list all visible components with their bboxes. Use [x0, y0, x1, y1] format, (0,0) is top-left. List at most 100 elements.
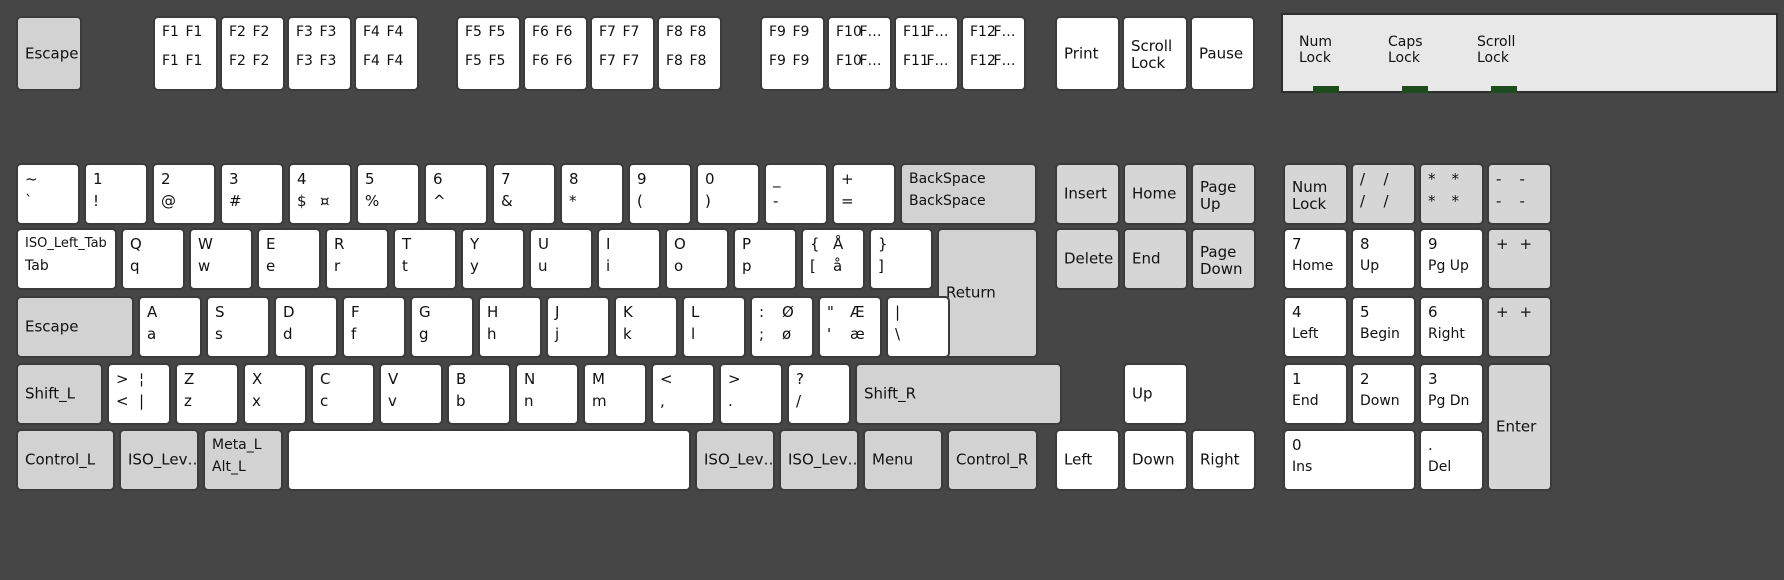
- key-shift-l[interactable]: Shift_L: [16, 363, 103, 425]
- key-iso-level-right-1[interactable]: ISO_Lev…: [695, 429, 775, 491]
- key-kp3[interactable]: 3 Pg Dn: [1419, 363, 1484, 425]
- key-apostrophe[interactable]: " Æ ' æ: [818, 296, 882, 358]
- key-kp-subtract[interactable]: ----: [1487, 163, 1552, 225]
- key-y[interactable]: Yy: [461, 228, 525, 290]
- key-digit-8[interactable]: 8 *: [560, 163, 624, 225]
- key-digit-2[interactable]: 2 @: [152, 163, 216, 225]
- key-f8[interactable]: F8 F8 F8 F8: [657, 16, 722, 91]
- key-kp6[interactable]: 6 Right: [1419, 296, 1484, 358]
- key-a[interactable]: Aa: [138, 296, 202, 358]
- key-f4[interactable]: F4 F4 F4 F4: [354, 16, 419, 91]
- key-escape[interactable]: Escape: [16, 16, 82, 91]
- key-p[interactable]: Pp: [733, 228, 797, 290]
- key-up[interactable]: Up: [1123, 363, 1188, 425]
- key-s[interactable]: Ss: [206, 296, 270, 358]
- key-delete[interactable]: Delete: [1055, 228, 1120, 290]
- key-kp0[interactable]: 0 Ins: [1283, 429, 1416, 491]
- key-semicolon[interactable]: : Ø; ø: [750, 296, 814, 358]
- key-control-r[interactable]: Control_R: [947, 429, 1038, 491]
- key-digit-9[interactable]: 9(: [628, 163, 692, 225]
- key-f[interactable]: Ff: [342, 296, 406, 358]
- key-k[interactable]: Kk: [614, 296, 678, 358]
- key-period[interactable]: >.: [719, 363, 783, 425]
- key-g[interactable]: Gg: [410, 296, 474, 358]
- key-z[interactable]: Zz: [175, 363, 239, 425]
- key-insert[interactable]: Insert: [1055, 163, 1120, 225]
- key-backslash[interactable]: | \: [886, 296, 950, 358]
- key-equal[interactable]: + =: [832, 163, 896, 225]
- key-f12[interactable]: F12 F… F12 F…: [961, 16, 1026, 91]
- key-caps-escape[interactable]: Escape: [16, 296, 134, 358]
- key-b[interactable]: Bb: [447, 363, 511, 425]
- key-j[interactable]: Jj: [546, 296, 610, 358]
- key-control-l[interactable]: Control_L: [16, 429, 115, 491]
- key-f2[interactable]: F2 F2 F2 F2: [220, 16, 285, 91]
- key-digit-0[interactable]: 0): [696, 163, 760, 225]
- key-kp9[interactable]: 9 Pg Up: [1419, 228, 1484, 290]
- key-kp-add-upper[interactable]: + +: [1487, 228, 1552, 290]
- key-backspace[interactable]: BackSpace BackSpace: [900, 163, 1037, 225]
- key-kp7[interactable]: 7 Home: [1283, 228, 1348, 290]
- key-return[interactable]: Return: [937, 228, 1038, 358]
- key-down[interactable]: Down: [1123, 429, 1188, 491]
- key-kp8[interactable]: 8 Up: [1351, 228, 1416, 290]
- key-f11[interactable]: F11 F… F11 F…: [894, 16, 959, 91]
- key-meta-alt[interactable]: Meta_L Alt_L: [203, 429, 283, 491]
- key-scroll-lock[interactable]: Scroll Lock: [1122, 16, 1188, 91]
- key-minus[interactable]: _ -: [764, 163, 828, 225]
- key-kp-add-lower[interactable]: + +: [1487, 296, 1552, 358]
- key-l[interactable]: Ll: [682, 296, 746, 358]
- key-menu[interactable]: Menu: [863, 429, 943, 491]
- key-f10[interactable]: F10 F… F10 F…: [827, 16, 892, 91]
- key-e[interactable]: Ee: [257, 228, 321, 290]
- key-print[interactable]: Print: [1055, 16, 1120, 91]
- key-f9[interactable]: F9 F9 F9 F9: [760, 16, 825, 91]
- key-f7[interactable]: F7 F7 F7 F7: [590, 16, 655, 91]
- key-right[interactable]: Right: [1191, 429, 1256, 491]
- key-kp5[interactable]: 5 Begin: [1351, 296, 1416, 358]
- key-m[interactable]: Mm: [583, 363, 647, 425]
- key-iso-level-left[interactable]: ISO_Lev…: [119, 429, 199, 491]
- key-h[interactable]: Hh: [478, 296, 542, 358]
- key-digit-1[interactable]: 1!: [84, 163, 148, 225]
- key-comma[interactable]: <,: [651, 363, 715, 425]
- key-page-down[interactable]: Page Down: [1191, 228, 1256, 290]
- key-o[interactable]: Oo: [665, 228, 729, 290]
- key-home[interactable]: Home: [1123, 163, 1188, 225]
- key-slash[interactable]: ? /: [787, 363, 851, 425]
- key-f1[interactable]: F1 F1 F1 F1: [153, 16, 218, 91]
- key-r[interactable]: Rr: [325, 228, 389, 290]
- key-digit-5[interactable]: 5%: [356, 163, 420, 225]
- key-d[interactable]: Dd: [274, 296, 338, 358]
- key-t[interactable]: Tt: [393, 228, 457, 290]
- key-iso-level-right-2[interactable]: ISO_Lev…: [779, 429, 859, 491]
- key-space[interactable]: [287, 429, 691, 491]
- key-kp-multiply[interactable]: * * * *: [1419, 163, 1484, 225]
- key-kp2[interactable]: 2 Down: [1351, 363, 1416, 425]
- key-v[interactable]: Vv: [379, 363, 443, 425]
- key-f6[interactable]: F6 F6 F6 F6: [523, 16, 588, 91]
- key-kp1[interactable]: 1 End: [1283, 363, 1348, 425]
- key-less-greater[interactable]: > ¦ < |: [107, 363, 171, 425]
- key-bracketleft[interactable]: {Å [å: [801, 228, 865, 290]
- key-n[interactable]: Nn: [515, 363, 579, 425]
- key-digit-6[interactable]: 6 ^: [424, 163, 488, 225]
- key-end[interactable]: End: [1123, 228, 1188, 290]
- key-tab[interactable]: ISO_Left_Tab Tab: [16, 228, 117, 290]
- key-f5[interactable]: F5 F5 F5 F5: [456, 16, 521, 91]
- key-bracketright[interactable]: }]: [869, 228, 933, 290]
- key-num-lock[interactable]: Num Lock: [1283, 163, 1348, 225]
- key-page-up[interactable]: Page Up: [1191, 163, 1256, 225]
- key-i[interactable]: Ii: [597, 228, 661, 290]
- key-c[interactable]: Cc: [311, 363, 375, 425]
- key-q[interactable]: Qq: [121, 228, 185, 290]
- key-left[interactable]: Left: [1055, 429, 1120, 491]
- key-digit-4[interactable]: 4 $ ¤: [288, 163, 352, 225]
- key-kp-divide[interactable]: / / / /: [1351, 163, 1416, 225]
- key-kp-enter[interactable]: Enter: [1487, 363, 1552, 491]
- key-u[interactable]: Uu: [529, 228, 593, 290]
- key-shift-r[interactable]: Shift_R: [855, 363, 1062, 425]
- key-f3[interactable]: F3 F3 F3 F3: [287, 16, 352, 91]
- key-w[interactable]: Ww: [189, 228, 253, 290]
- key-digit-7[interactable]: 7 &: [492, 163, 556, 225]
